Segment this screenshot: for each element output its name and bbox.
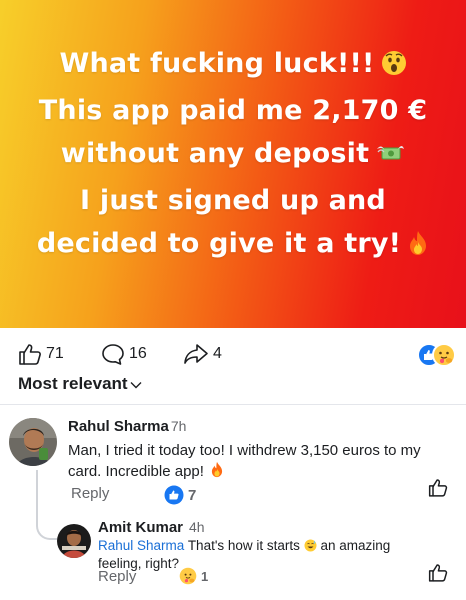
comments-count: 16 xyxy=(129,345,147,362)
comment-reaction-badge[interactable]: 7 xyxy=(164,485,196,505)
reaction-summary[interactable] xyxy=(416,342,456,368)
fire-emoji-icon xyxy=(210,461,224,484)
share-action[interactable]: 4 xyxy=(183,343,222,365)
money-with-wings-emoji-icon xyxy=(375,136,405,179)
reaction-count: 1 xyxy=(201,568,209,584)
like-reaction-icon xyxy=(164,485,184,505)
avatar[interactable] xyxy=(57,524,91,558)
comment-text: Rahul Sharma That's how it starts an ama… xyxy=(98,538,391,571)
post-text-line-1: What fucking luck!!! xyxy=(59,42,406,89)
reply-thread-connector xyxy=(36,470,62,540)
comment-action[interactable]: 16 xyxy=(101,343,147,365)
comment-author[interactable]: Amit Kumar 4h xyxy=(98,519,205,536)
reply-button[interactable]: Reply xyxy=(98,568,136,585)
thumbs-up-icon xyxy=(428,564,448,582)
comment-time: 4h xyxy=(189,519,205,535)
hug-reaction-icon xyxy=(432,343,456,367)
grinning-sweat-emoji-icon xyxy=(304,539,317,556)
post-text-line-2: This app paid me 2,170 € xyxy=(38,94,428,126)
astonished-emoji-icon xyxy=(381,46,407,89)
post-text-line-3: without any deposit xyxy=(61,132,405,179)
divider xyxy=(0,404,466,405)
post-text-line-4: I just signed up and xyxy=(80,184,386,216)
comment-text: Man, I tried it today too! I withdrew 3,… xyxy=(68,440,458,484)
fire-emoji-icon xyxy=(407,226,429,269)
likes-count: 71 xyxy=(46,345,64,362)
post-text-line-5: decided to give it a try! xyxy=(37,222,429,269)
reply-button[interactable]: Reply xyxy=(71,485,109,502)
sort-label: Most relevant xyxy=(18,374,128,393)
comment-like-button[interactable] xyxy=(428,478,448,502)
comment-like-button[interactable] xyxy=(428,563,448,587)
thumbs-up-icon xyxy=(18,343,42,365)
comment-reaction-badge[interactable]: 1 xyxy=(179,567,208,585)
comment-time: 7h xyxy=(170,418,187,434)
comment-author[interactable]: Rahul Sharma 7h xyxy=(68,418,186,435)
comment-bubble-icon xyxy=(101,343,125,365)
comment-sort-dropdown[interactable]: Most relevant xyxy=(18,374,142,394)
thumbs-up-icon xyxy=(428,479,448,497)
shares-count: 4 xyxy=(213,345,222,362)
mention-link[interactable]: Rahul Sharma xyxy=(98,538,184,553)
chevron-down-icon xyxy=(128,374,142,394)
post-stats-bar: 71 16 4 xyxy=(0,340,466,370)
post-image[interactable]: What fucking luck!!! This app paid me 2,… xyxy=(0,0,466,328)
reaction-count: 7 xyxy=(188,486,197,504)
avatar[interactable] xyxy=(9,418,57,466)
share-arrow-icon xyxy=(183,343,209,365)
hug-reaction-icon xyxy=(179,567,197,585)
like-action[interactable]: 71 xyxy=(18,343,64,365)
